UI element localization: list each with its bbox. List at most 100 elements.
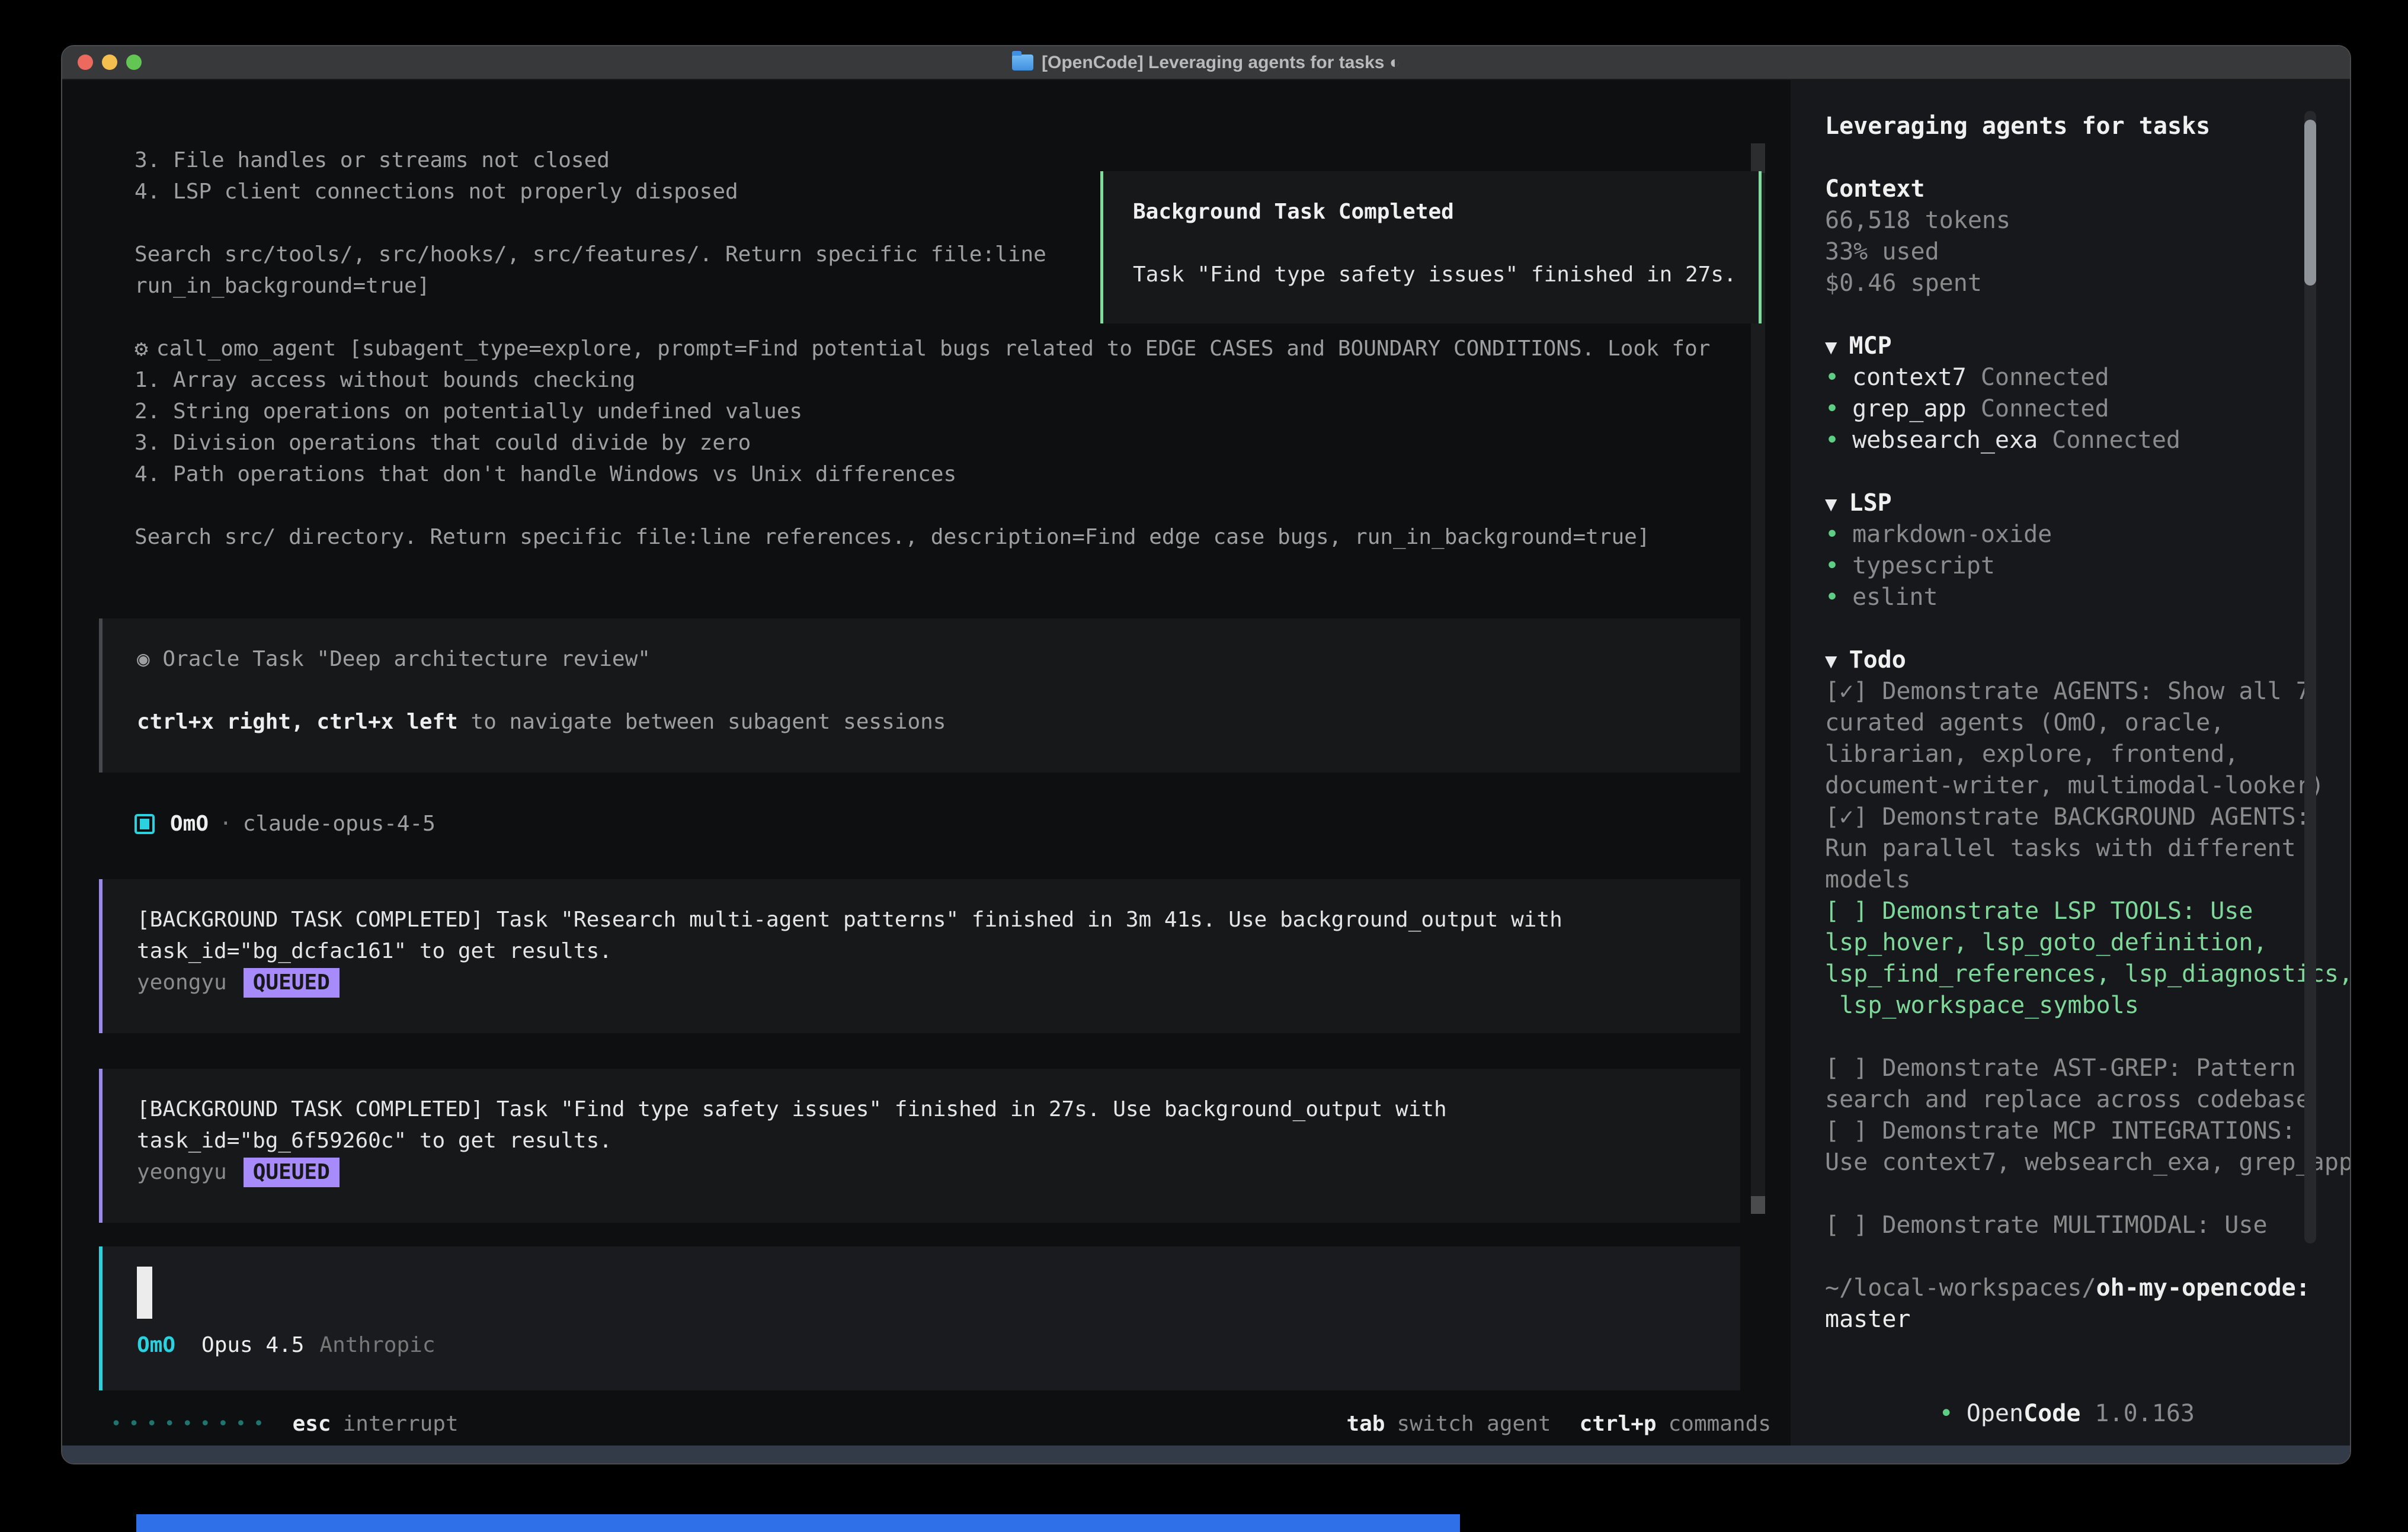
message-line-1: [BACKGROUND TASK COMPLETED] Task "Find t…: [137, 1094, 1706, 1125]
minimize-button[interactable]: [102, 55, 117, 70]
green-dot-icon: •: [1825, 552, 1839, 579]
background-window-edge: [136, 1514, 1460, 1532]
message-author: yeongyu: [137, 967, 227, 998]
ctrlp-key-hint: ctrl+p: [1580, 1412, 1657, 1436]
lsp-item: • eslint: [1825, 582, 2293, 613]
toast-body: Task "Find type safety issues" finished …: [1133, 259, 1729, 290]
close-button[interactable]: [78, 55, 93, 70]
lsp-item: • typescript: [1825, 550, 2293, 582]
chevron-down-icon: ▼: [1825, 335, 1837, 359]
message-line-2: task_id="bg_dcfac161" to get results.: [137, 935, 1706, 967]
terminal-text-line: [135, 490, 1710, 521]
sidebar-scrollbar-thumb[interactable]: [2304, 120, 2316, 286]
input-agent-label: OmO: [137, 1329, 175, 1361]
mcp-status: Connected: [2052, 427, 2180, 454]
mcp-name: grep_app: [1852, 395, 1981, 422]
context-spent: $0.46 spent: [1825, 268, 2293, 299]
mcp-section-header[interactable]: ▼MCP: [1825, 331, 2293, 362]
todo-line: [ ] Demonstrate LSP TOOLS: Use: [1825, 896, 2293, 927]
mcp-item: • websearch_exa Connected: [1825, 425, 2293, 456]
oracle-task-hint: ctrl+x right, ctrl+x left to navigate be…: [137, 706, 1706, 738]
lsp-name: typescript: [1852, 552, 1995, 579]
titlebar[interactable]: [OpenCode] Leveraging agents for tasks ◐: [62, 46, 2350, 80]
terminal-text-line: 4. Path operations that don't handle Win…: [135, 459, 1710, 490]
oracle-task-title: ◉ Oracle Task "Deep architecture review": [137, 643, 1706, 675]
green-dot-icon: •: [1825, 395, 1839, 422]
prompt-input[interactable]: OmO Opus 4.5 Anthropic: [99, 1246, 1740, 1390]
separator-dot: ·: [219, 812, 232, 836]
todo-line: Run parallel tasks with different: [1825, 833, 2293, 864]
green-dot-icon: •: [1939, 1400, 1954, 1427]
status-bar: ••••••••• esc interrupt tab switch agent…: [111, 1407, 1771, 1440]
workspace-path: ~/local-workspaces/oh-my-opencode:: [1825, 1273, 2293, 1304]
lsp-name: markdown-oxide: [1852, 521, 2052, 548]
sidebar-scrollbar[interactable]: [2304, 111, 2316, 1243]
workspace-branch: master: [1825, 1304, 2293, 1335]
agent-square-icon: [135, 814, 155, 834]
shortcut-keys: ctrl+x right, ctrl+x left: [137, 710, 458, 734]
terminal-window: [OpenCode] Leveraging agents for tasks ◐…: [61, 45, 2351, 1464]
mcp-item: • context7 Connected: [1825, 362, 2293, 393]
lsp-section-header[interactable]: ▼LSP: [1825, 488, 2293, 519]
todo-line: [1825, 1021, 2293, 1053]
todo-line: [ ] Demonstrate AST-GREP: Pattern: [1825, 1053, 2293, 1084]
background-task-message: [BACKGROUND TASK COMPLETED] Task "Find t…: [99, 1069, 1740, 1223]
todo-section-header[interactable]: ▼Todo: [1825, 645, 2293, 676]
status-badge: QUEUED: [244, 1158, 340, 1187]
tool-call-text: call_omo_agent [subagent_type=explore, p…: [156, 333, 1711, 364]
green-dot-icon: •: [1825, 364, 1839, 391]
todo-line: [ ] Demonstrate MCP INTEGRATIONS:: [1825, 1116, 2293, 1147]
tool-call-prompt-lines: 1. Array access without bounds checking2…: [135, 364, 1710, 521]
todo-line: [✓] Demonstrate AGENTS: Show all 7: [1825, 676, 2293, 707]
todo-line: lsp_hover, lsp_goto_definition,: [1825, 927, 2293, 959]
mcp-name: context7: [1852, 364, 1981, 391]
zoom-button[interactable]: [126, 55, 142, 70]
text-cursor: [137, 1267, 152, 1319]
chevron-down-icon: ▼: [1825, 492, 1837, 516]
tool-call-line: ⚙ call_omo_agent [subagent_type=explore,…: [135, 333, 1710, 364]
lsp-name: eslint: [1852, 584, 1938, 611]
mcp-name: websearch_exa: [1852, 427, 2052, 454]
mcp-item: •grep_app Connected: [1825, 393, 2293, 425]
todo-line: models: [1825, 864, 2293, 896]
folder-icon: [1012, 55, 1033, 70]
todo-line: [✓] Demonstrate BACKGROUND AGENTS:: [1825, 802, 2293, 833]
ctrlp-key-label: commands: [1669, 1412, 1771, 1436]
window-title: [OpenCode] Leveraging agents for tasks ◐: [1042, 53, 1400, 73]
chevron-down-icon: ▼: [1825, 649, 1837, 673]
todo-line: librarian, explore, frontend,: [1825, 739, 2293, 770]
version-row: •OpenCode1.0.163: [1825, 1367, 2293, 1398]
activity-spinner-dots: •••••••••: [111, 1414, 271, 1434]
chat-pane: 3. File handles or streams not closed4. …: [62, 80, 1791, 1463]
green-dot-icon: •: [1825, 584, 1839, 611]
terminal-text-line: 1. Array access without bounds checking: [135, 364, 1710, 396]
traffic-lights: [78, 55, 142, 70]
input-provider-label: Anthropic: [319, 1329, 435, 1361]
status-badge: QUEUED: [244, 968, 340, 998]
esc-key-label: interrupt: [343, 1412, 459, 1436]
message-author: yeongyu: [137, 1156, 227, 1188]
terminal-text-line: 2. String operations on potentially unde…: [135, 396, 1710, 427]
todo-line: curated agents (OmO, oracle,: [1825, 707, 2293, 739]
green-dot-icon: •: [1825, 521, 1839, 548]
background-task-toast: Background Task Completed Task "Find typ…: [1100, 171, 1762, 323]
window-title-group: [OpenCode] Leveraging agents for tasks ◐: [1012, 53, 1400, 73]
background-task-message: [BACKGROUND TASK COMPLETED] Task "Resear…: [99, 879, 1740, 1033]
mcp-status: Connected: [1981, 364, 2109, 391]
todo-line: lsp_workspace_symbols: [1825, 990, 2293, 1021]
tool-call-tail: Search src/ directory. Return specific f…: [135, 521, 1710, 553]
message-line-1: [BACKGROUND TASK COMPLETED] Task "Resear…: [137, 904, 1706, 935]
todo-list: [✓] Demonstrate AGENTS: Show all 7curate…: [1825, 676, 2293, 1241]
todo-line: lsp_find_references, lsp_diagnostics,: [1825, 959, 2293, 990]
green-dot-icon: •: [1825, 427, 1839, 454]
gear-icon: ⚙: [135, 333, 148, 364]
lsp-list: • markdown-oxide • typescript • eslint: [1825, 519, 2293, 613]
chat-scrollbar-thumb[interactable]: [1751, 1196, 1765, 1214]
agent-name: OmO: [170, 812, 209, 836]
mcp-list: • context7 Connected • grep_app Connected • w…: [1825, 362, 2293, 456]
lsp-item: • markdown-oxide: [1825, 519, 2293, 550]
input-model-label: Opus 4.5: [201, 1329, 304, 1361]
context-tokens: 66,518 tokens: [1825, 205, 2293, 236]
chat-scrollbar-top-segment[interactable]: [1751, 143, 1765, 173]
shortcut-description: to navigate between subagent sessions: [458, 710, 946, 734]
